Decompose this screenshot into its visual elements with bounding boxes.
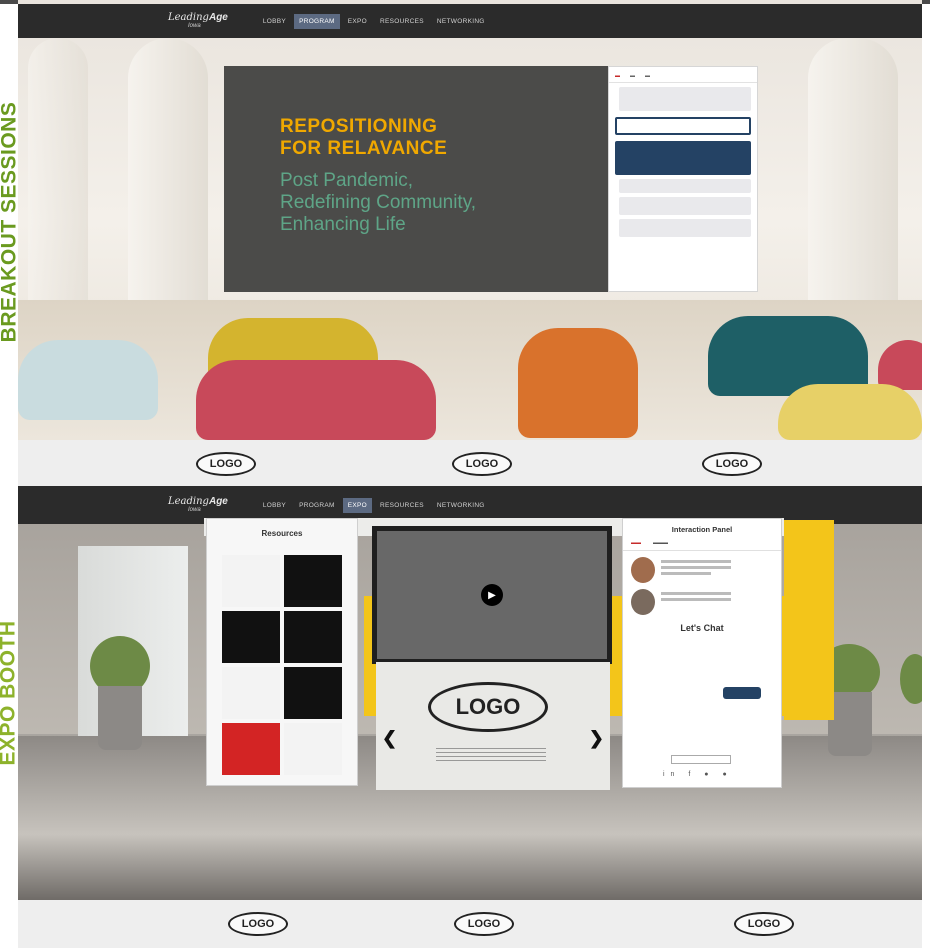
nav-resources[interactable]: RESOURCES <box>375 498 429 513</box>
resource-card[interactable] <box>222 723 280 775</box>
sponsor-logo-strip: LOGO LOGO LOGO <box>18 900 922 948</box>
plant-pot <box>828 692 872 756</box>
sponsor-logo-strip: LOGO LOGO LOGO <box>18 440 922 486</box>
social-icons[interactable]: in f ● ● <box>663 771 733 778</box>
session-subtitle: Post Pandemic, Redefining Community, Enh… <box>280 170 477 235</box>
chair <box>196 360 436 440</box>
booth-video-frame: ▶ <box>372 526 612 664</box>
room-pillar <box>28 38 88 318</box>
sponsor-logo[interactable]: LOGO <box>702 452 762 476</box>
avatar <box>631 589 655 615</box>
resources-panel: Resources <box>206 518 358 786</box>
brand-name: LeadingAge <box>168 12 228 23</box>
tab-staff[interactable]: ▬▬ <box>631 540 641 546</box>
nav-resources[interactable]: RESOURCES <box>375 14 429 29</box>
sponsor-logo[interactable]: LOGO <box>196 452 256 476</box>
chevron-left-icon[interactable]: ❮ <box>382 728 397 749</box>
nav-lobby[interactable]: LOBBY <box>258 14 291 29</box>
resource-card[interactable] <box>284 611 342 663</box>
nav-program[interactable]: PROGRAM <box>294 498 340 513</box>
nav-expo[interactable]: EXPO <box>342 497 373 513</box>
chair <box>778 384 922 440</box>
chat-message <box>619 219 751 237</box>
chat-message <box>619 179 751 193</box>
avatar <box>631 557 655 583</box>
chat-tab[interactable]: ▬ <box>645 73 650 79</box>
leadingage-logo[interactable]: LeadingAge Iowa <box>168 496 228 514</box>
resource-card[interactable] <box>222 667 280 719</box>
interaction-panel: Interaction Panel ▬▬ ▬▬▬ Let's Chat in f… <box>622 518 782 788</box>
chat-tab[interactable]: ▬ <box>615 73 620 79</box>
resources-title: Resources <box>261 529 303 538</box>
chat-input[interactable] <box>671 755 731 764</box>
booth-counter: LOGO ❮ ❯ <box>376 662 610 790</box>
chat-message <box>619 197 751 215</box>
nav-lobby[interactable]: LOBBY <box>258 498 291 513</box>
booth-video[interactable]: ▶ <box>377 531 607 659</box>
chat-message-bubble <box>723 687 761 699</box>
resource-card[interactable] <box>284 723 342 775</box>
session-video-screen[interactable]: REPOSITIONING FOR RELAVANCE Post Pandemi… <box>224 66 608 292</box>
side-label-expo: EXPO BOOTH <box>0 486 20 900</box>
chat-input[interactable] <box>615 117 751 135</box>
chevron-right-icon[interactable]: ❯ <box>589 728 604 749</box>
tab-visitor-log[interactable]: ▬▬▬ <box>653 540 668 546</box>
sponsor-logo[interactable]: LOGO <box>734 912 794 936</box>
plant-pot <box>98 686 142 750</box>
breakout-session-room: LeadingAge Iowa LOBBY PROGRAM EXPO RESOU… <box>18 0 922 440</box>
nav-program[interactable]: PROGRAM <box>294 13 340 29</box>
chat-tab[interactable]: ▬ <box>630 73 635 79</box>
sponsor-logo[interactable]: LOGO <box>454 912 514 936</box>
play-icon[interactable]: ▶ <box>481 584 503 606</box>
leadingage-logo[interactable]: LeadingAge Iowa <box>168 12 228 30</box>
resource-card[interactable] <box>284 667 342 719</box>
booth-description <box>436 748 546 762</box>
expo-booth-room: LeadingAge Iowa LOBBY PROGRAM EXPO RESOU… <box>18 486 922 900</box>
top-navbar: LeadingAge Iowa LOBBY PROGRAM EXPO RESOU… <box>18 4 922 38</box>
sponsor-logo[interactable]: LOGO <box>452 452 512 476</box>
resources-grid <box>222 555 344 775</box>
resource-card[interactable] <box>222 555 280 607</box>
chair <box>518 328 638 438</box>
side-label-breakout: BREAKOUT SESSIONS <box>0 4 20 440</box>
session-title: REPOSITIONING FOR RELAVANCE <box>280 116 448 159</box>
resource-card[interactable] <box>222 611 280 663</box>
room-pillar <box>128 38 208 338</box>
chair <box>18 340 158 420</box>
lets-chat-heading: Let's Chat <box>680 623 724 633</box>
chat-message <box>619 87 751 111</box>
booth-logo[interactable]: LOGO <box>428 682 548 732</box>
booth-yellow-wall <box>784 520 834 720</box>
chat-tabs: ▬ ▬ ▬ <box>609 67 757 83</box>
brand-sub: Iowa <box>188 507 201 513</box>
sponsor-logo[interactable]: LOGO <box>228 912 288 936</box>
nav-networking[interactable]: NETWORKING <box>432 14 490 29</box>
plant <box>900 654 922 704</box>
staff-member[interactable] <box>623 583 781 615</box>
brand-sub: Iowa <box>188 23 201 29</box>
resource-card[interactable] <box>284 555 342 607</box>
nav-networking[interactable]: NETWORKING <box>432 498 490 513</box>
chat-message-highlight <box>615 141 751 175</box>
interaction-panel-title: Interaction Panel <box>671 525 733 534</box>
staff-member[interactable] <box>623 551 781 583</box>
session-chat-panel: ▬ ▬ ▬ <box>608 66 758 292</box>
nav-expo[interactable]: EXPO <box>343 14 372 29</box>
brand-name: LeadingAge <box>168 496 228 507</box>
interaction-tabs: ▬▬ ▬▬▬ <box>623 534 781 551</box>
page: BREAKOUT SESSIONS EXPO BOOTH LeadingAge … <box>0 0 930 948</box>
